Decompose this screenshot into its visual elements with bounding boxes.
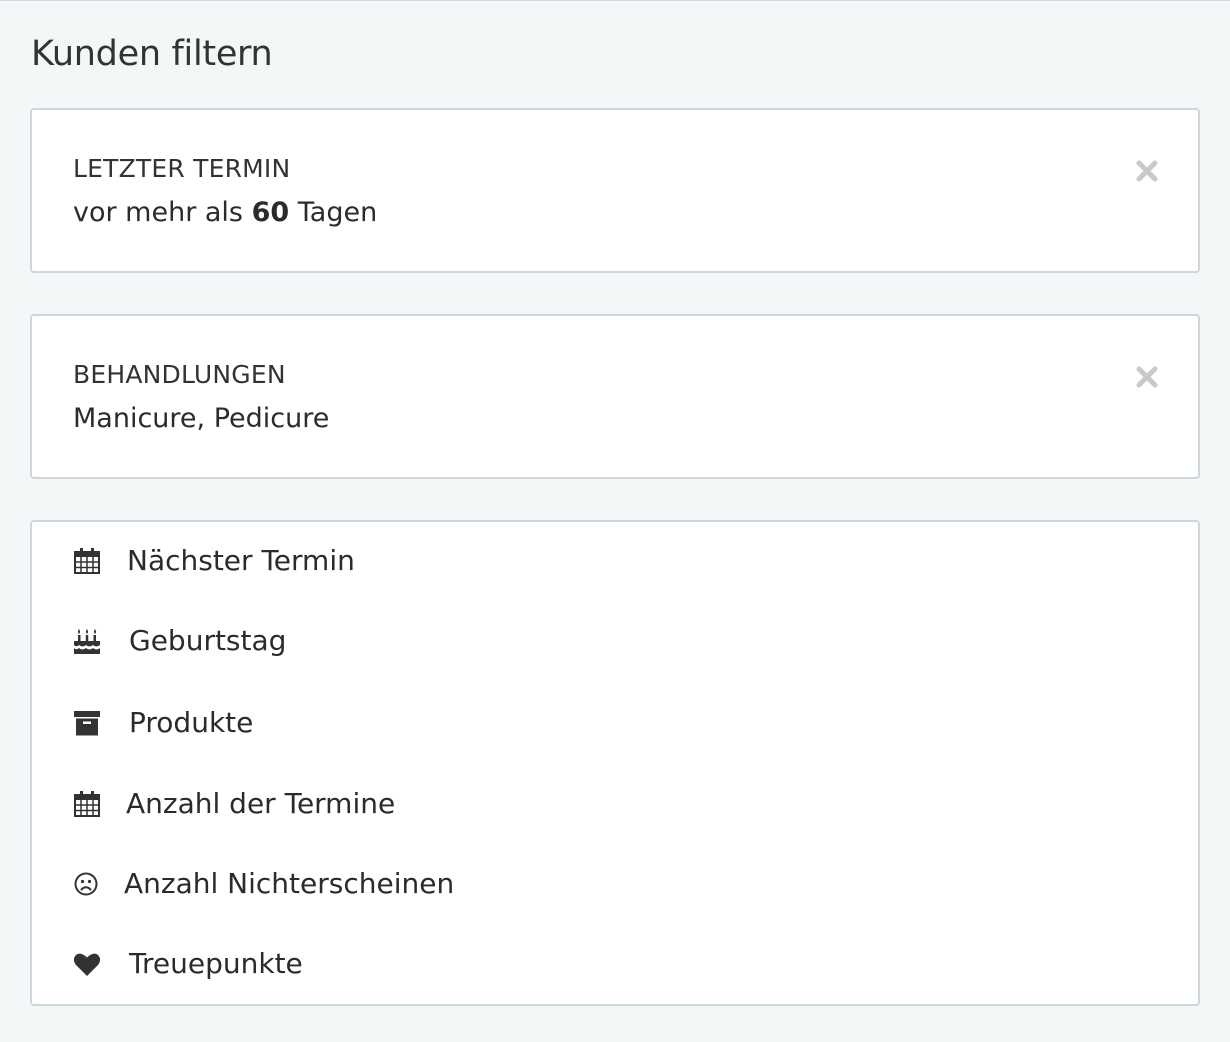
active-filter-letzter-termin[interactable]: LETZTER TERMIN vor mehr als 60 Tagen [30,108,1200,273]
option-produkte[interactable]: Produkte [32,694,1198,754]
filter-label: LETZTER TERMIN [73,154,291,183]
option-label: Treuepunkte [129,947,303,980]
option-label: Produkte [129,706,254,739]
filter-value: vor mehr als 60 Tagen [73,196,377,230]
option-treuepunkte[interactable]: Treuepunkte [32,935,1198,995]
remove-filter-button[interactable] [1134,158,1160,184]
filter-value-prefix: vor mehr als [73,197,244,228]
close-icon [1136,366,1158,388]
page-title: Kunden filtern [31,34,273,74]
remove-filter-button[interactable] [1134,364,1160,390]
option-label: Nächster Termin [127,544,355,577]
filter-label: BEHANDLUNGEN [73,360,286,389]
option-naechster-termin[interactable]: Nächster Termin [32,532,1198,592]
close-icon [1136,160,1158,182]
birthday-cake-icon [72,626,102,656]
option-geburtstag[interactable]: Geburtstag [32,612,1198,672]
calendar-icon [72,546,102,576]
filter-value-number: 60 [251,197,290,228]
filter-options-list: Nächster Termin Geburtstag Produkte Anza… [30,520,1200,1006]
option-label: Anzahl der Termine [126,787,396,820]
active-filter-behandlungen[interactable]: BEHANDLUNGEN Manicure, Pedicure [30,314,1200,479]
option-label: Geburtstag [129,624,287,657]
frown-face-icon [72,869,102,899]
filter-value: Manicure, Pedicure [73,403,330,434]
option-anzahl-der-termine[interactable]: Anzahl der Termine [32,775,1198,835]
option-anzahl-nichterscheinen[interactable]: Anzahl Nichterscheinen [32,855,1198,915]
option-label: Anzahl Nichterscheinen [124,867,455,900]
heart-icon [72,949,102,979]
calendar-icon [72,789,102,819]
archive-box-icon [72,708,102,738]
filter-value-suffix: Tagen [297,197,378,228]
